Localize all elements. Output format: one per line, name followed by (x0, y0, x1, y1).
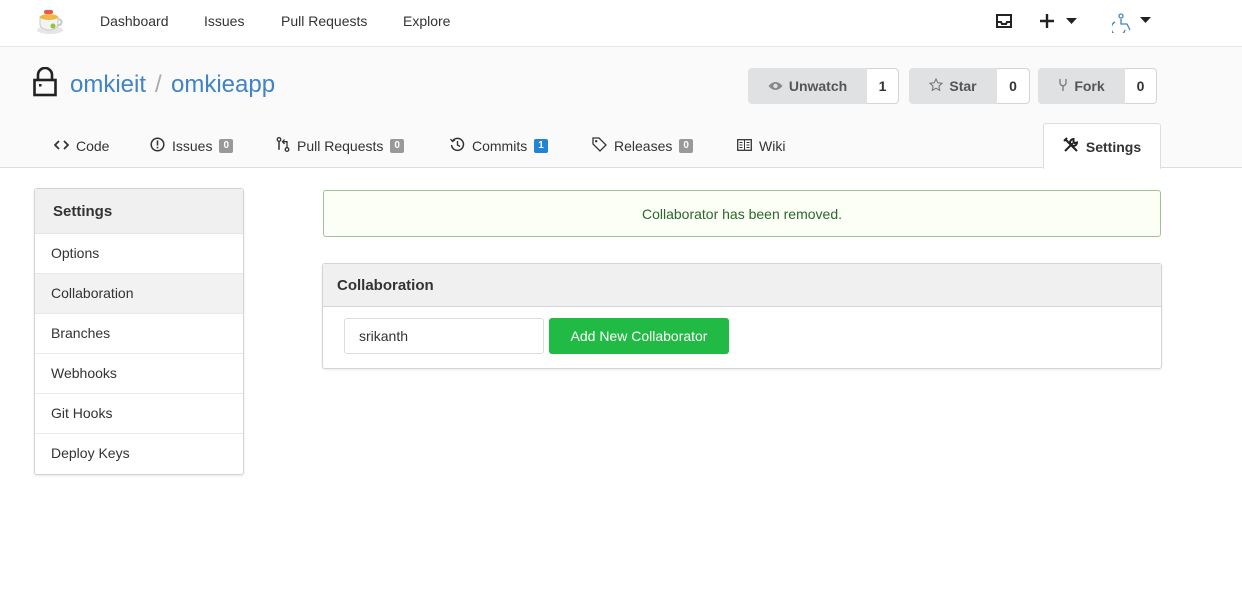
tab-wiki[interactable]: Wiki (737, 136, 785, 156)
success-flash-message: Collaborator has been removed. (323, 190, 1161, 237)
star-label: Star (949, 78, 977, 94)
tag-icon (592, 137, 607, 155)
book-icon (737, 138, 752, 154)
tab-wiki-label: Wiki (759, 138, 786, 154)
avatar-dropdown-icon[interactable] (1110, 11, 1154, 36)
star-button[interactable]: Star (909, 68, 997, 104)
fork-icon (1058, 78, 1068, 95)
plus-dropdown-icon[interactable] (1040, 12, 1080, 33)
tab-pull-requests-label: Pull Requests (297, 138, 384, 154)
settings-sidebar: Settings Options Collaboration Branches … (34, 188, 244, 475)
code-icon (53, 138, 70, 154)
tab-pull-requests[interactable]: Pull Requests 0 (276, 136, 404, 156)
watchers-count[interactable]: 1 (867, 68, 899, 104)
tab-code[interactable]: Code (53, 136, 110, 156)
repo-name-link[interactable]: omkieapp (171, 71, 275, 99)
stars-count[interactable]: 0 (997, 68, 1030, 104)
tab-settings-label: Settings (1085, 138, 1142, 155)
watch-button-group: Unwatch 1 (748, 68, 899, 104)
collaboration-panel-title: Collaboration (323, 264, 1161, 307)
repo-owner-link[interactable]: omkieit (70, 71, 146, 99)
tab-releases[interactable]: Releases 0 (592, 136, 693, 156)
tab-commits-label: Commits (472, 138, 528, 154)
commits-count-badge: 1 (534, 139, 548, 153)
tab-issues[interactable]: Issues 0 (150, 136, 234, 156)
add-new-collaborator-button[interactable]: Add New Collaborator (549, 318, 729, 354)
sidebar-item-collaboration[interactable]: Collaboration (35, 274, 243, 314)
collaborator-search-input[interactable] (344, 318, 544, 354)
fork-label: Fork (1074, 78, 1105, 94)
sidebar-item-webhooks[interactable]: Webhooks (35, 354, 243, 394)
nav-dashboard[interactable]: Dashboard (100, 13, 169, 29)
collaboration-panel: Collaboration Add New Collaborator (322, 263, 1162, 369)
tab-releases-label: Releases (614, 138, 673, 154)
tab-code-label: Code (76, 138, 110, 154)
sidebar-item-git-hooks[interactable]: Git Hooks (35, 394, 243, 434)
pull-requests-count-badge: 0 (390, 139, 404, 153)
fork-button[interactable]: Fork (1038, 68, 1125, 104)
tools-icon (1063, 137, 1079, 156)
tab-commits[interactable]: Commits 1 (449, 136, 548, 156)
repo-path-separator: / (155, 71, 162, 98)
top-navbar: Dashboard Issues Pull Requests Explore (0, 0, 1242, 47)
private-lock-icon (33, 66, 57, 100)
nav-pull-requests[interactable]: Pull Requests (281, 13, 367, 29)
star-button-group: Star 0 (909, 68, 1030, 104)
issue-opened-icon (150, 137, 165, 155)
nav-explore[interactable]: Explore (403, 13, 450, 29)
inbox-icon[interactable] (996, 13, 1012, 32)
nav-issues[interactable]: Issues (204, 13, 244, 29)
tab-settings[interactable]: Settings (1043, 123, 1161, 169)
star-icon (929, 77, 944, 95)
unwatch-label: Unwatch (788, 78, 848, 94)
releases-count-badge: 0 (679, 139, 693, 153)
sidebar-item-branches[interactable]: Branches (35, 314, 243, 354)
repo-header: omkieit / omkieapp Unwatch 1 Star 0 Fork… (0, 47, 1242, 169)
tab-issues-label: Issues (172, 138, 213, 154)
forks-count[interactable]: 0 (1125, 68, 1157, 104)
git-pull-request-icon (276, 137, 290, 155)
sidebar-item-deploy-keys[interactable]: Deploy Keys (35, 434, 243, 474)
history-icon (449, 137, 465, 155)
unwatch-button[interactable]: Unwatch (748, 68, 867, 104)
issues-count-badge: 0 (219, 139, 234, 153)
sidebar-item-options[interactable]: Options (35, 234, 243, 274)
gogs-logo-icon[interactable] (35, 8, 65, 36)
fork-button-group: Fork 0 (1038, 68, 1157, 104)
sidebar-title: Settings (35, 189, 243, 234)
eye-icon (768, 78, 783, 94)
